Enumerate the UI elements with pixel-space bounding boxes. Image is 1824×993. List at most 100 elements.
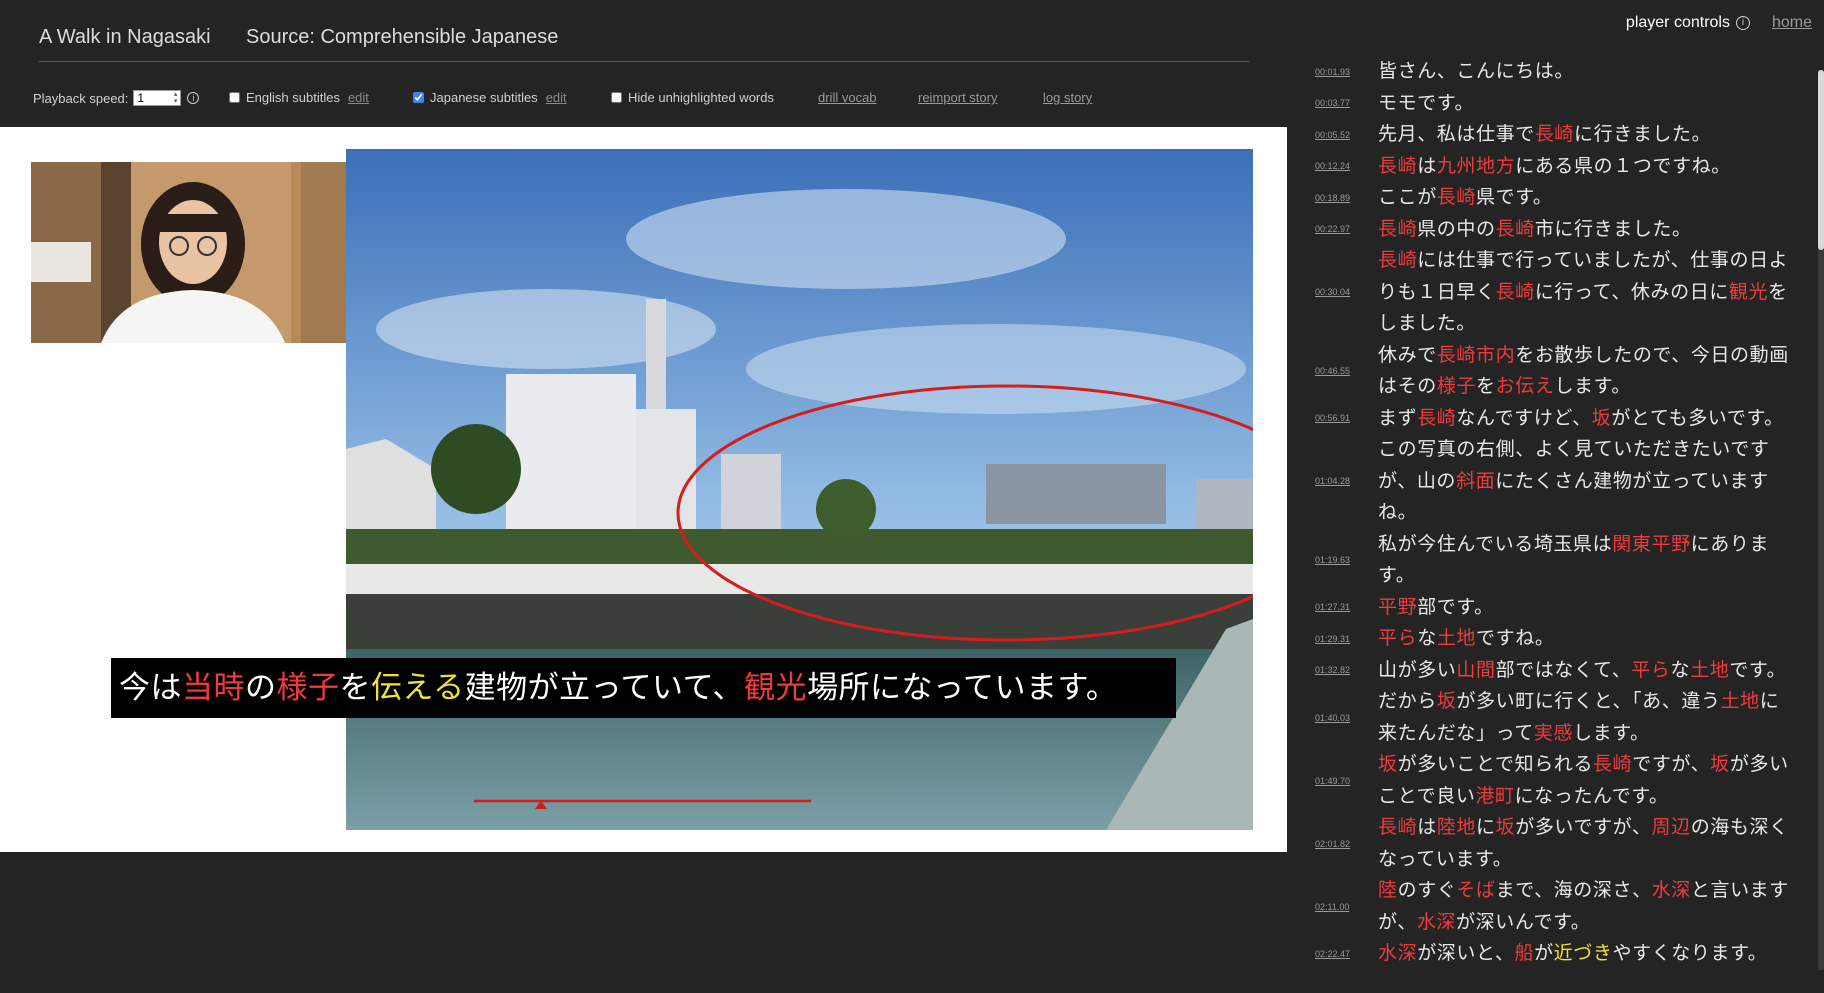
- transcript-row[interactable]: 01:32.82 山が多い山間部ではなくて、平らな土地です。: [1310, 655, 1808, 687]
- playback-speed-input[interactable]: 1 ▴ ▾: [133, 90, 182, 106]
- highlighted-word[interactable]: 水深: [1417, 911, 1456, 933]
- highlighted-word[interactable]: 港町: [1475, 785, 1514, 807]
- highlighted-word[interactable]: 長崎: [1535, 123, 1574, 145]
- timestamp-link[interactable]: 01:04.28: [1310, 476, 1378, 486]
- timestamp-link[interactable]: 02:01.82: [1310, 839, 1378, 849]
- highlighted-word[interactable]: 水深: [1378, 942, 1417, 964]
- transcript-row[interactable]: 00:01.93 皆さん、こんにちは。: [1310, 56, 1808, 88]
- highlighted-word[interactable]: 伝える: [371, 670, 465, 706]
- video-player[interactable]: 今は当時の様子を伝える建物が立っていて、観光場所になっています。: [0, 127, 1287, 852]
- highlighted-word[interactable]: 長崎: [1417, 407, 1456, 429]
- transcript-row[interactable]: 02:01.82 長崎は陸地に坂が多いですが、周辺の海も深く なっています。: [1310, 812, 1808, 875]
- timestamp-link[interactable]: 00:18.89: [1310, 193, 1378, 203]
- transcript-row[interactable]: 00:56.91 まず長崎なんですけど、坂がとても多いです。: [1310, 403, 1808, 435]
- timestamp-link[interactable]: 00:05.52: [1310, 130, 1378, 140]
- transcript-row[interactable]: 00:05.52 先月、私は仕事で長崎に行きました。: [1310, 119, 1808, 151]
- highlighted-word[interactable]: 長崎: [1496, 218, 1535, 240]
- transcript-row[interactable]: 01:40.03 だから坂が多い町に行くと、「あ、違う土地に 来たんだな」って実感し…: [1310, 686, 1808, 749]
- timestamp-link[interactable]: 02:22.47: [1310, 949, 1378, 959]
- highlighted-word[interactable]: 長崎: [1496, 281, 1535, 303]
- transcript-row[interactable]: 02:22.47 水深が深いと、船が近づきやすくなります。: [1310, 938, 1808, 970]
- timestamp-link[interactable]: 01:27.31: [1310, 602, 1378, 612]
- highlighted-word[interactable]: 長崎市内: [1437, 344, 1515, 366]
- highlighted-word[interactable]: そば: [1456, 879, 1495, 901]
- highlighted-word[interactable]: 山間: [1456, 659, 1495, 681]
- highlighted-word[interactable]: 坂: [1592, 407, 1612, 429]
- highlighted-word[interactable]: 坂: [1496, 816, 1516, 838]
- highlighted-word[interactable]: 長崎: [1378, 816, 1417, 838]
- japanese-subtitles-checkbox[interactable]: [413, 92, 424, 103]
- player-controls-label[interactable]: player controls: [1626, 14, 1730, 32]
- reimport-story-label[interactable]: reimport story: [918, 90, 997, 105]
- highlighted-word[interactable]: 船: [1514, 942, 1534, 964]
- log-story-link[interactable]: log story: [1043, 90, 1092, 105]
- highlighted-word[interactable]: 長崎: [1378, 155, 1417, 177]
- transcript-row[interactable]: 02:11.00 陸のすぐそばまで、海の深さ、水深と言います が、水深が深いんです。: [1310, 875, 1808, 938]
- home-link[interactable]: home: [1772, 14, 1812, 32]
- drill-vocab-label[interactable]: drill vocab: [818, 90, 877, 105]
- highlighted-word[interactable]: 実感: [1534, 722, 1573, 744]
- highlighted-word[interactable]: 坂: [1378, 753, 1398, 775]
- transcript-row[interactable]: 01:49.70 坂が多いことで知られる長崎ですが、坂が多い ことで良い港町になった…: [1310, 749, 1808, 812]
- reimport-story-link[interactable]: reimport story: [918, 90, 997, 105]
- english-edit-link[interactable]: edit: [348, 90, 369, 105]
- player-controls-info-icon[interactable]: i: [1735, 16, 1750, 30]
- highlighted-word[interactable]: 長崎: [1437, 186, 1476, 208]
- timestamp-link[interactable]: 00:30.04: [1310, 287, 1378, 297]
- highlighted-word[interactable]: 周辺: [1652, 816, 1691, 838]
- japanese-edit-link[interactable]: edit: [546, 90, 567, 105]
- transcript-row[interactable]: 00:22.97 長崎県の中の長崎市に行きました。: [1310, 214, 1808, 246]
- highlighted-word[interactable]: 土地: [1721, 690, 1760, 712]
- spinner-icon[interactable]: ▴ ▾: [174, 91, 178, 105]
- timestamp-link[interactable]: 00:46.55: [1310, 366, 1378, 376]
- transcript-row[interactable]: 01:19.63 私が今住んでいる埼玉県は関東平野にありま す。: [1310, 529, 1808, 592]
- timestamp-link[interactable]: 00:03.77: [1310, 98, 1378, 108]
- highlighted-word[interactable]: 九州地方: [1437, 155, 1515, 177]
- highlighted-word[interactable]: 当時: [182, 670, 245, 706]
- transcript-row[interactable]: 00:03.77 モモです。: [1310, 88, 1808, 120]
- highlighted-word[interactable]: 長崎: [1593, 753, 1632, 775]
- transcript-row[interactable]: 00:12.24 長崎は九州地方にある県の１つですね。: [1310, 151, 1808, 183]
- highlighted-word[interactable]: 土地: [1437, 627, 1476, 649]
- highlighted-word[interactable]: 坂: [1710, 753, 1730, 775]
- drill-vocab-link[interactable]: drill vocab: [818, 90, 877, 105]
- timestamp-link[interactable]: 01:29.31: [1310, 634, 1378, 644]
- highlighted-word[interactable]: 斜面: [1456, 470, 1495, 492]
- highlighted-word[interactable]: 水深: [1652, 879, 1691, 901]
- highlighted-word[interactable]: 陸地: [1437, 816, 1476, 838]
- timestamp-link[interactable]: 00:56.91: [1310, 413, 1378, 423]
- transcript-row[interactable]: 01:29.31 平らな土地ですね。: [1310, 623, 1808, 655]
- timestamp-link[interactable]: 01:32.82: [1310, 665, 1378, 675]
- scrollbar-thumb[interactable]: [1818, 70, 1824, 250]
- transcript-row[interactable]: 00:30.04 長崎には仕事で行っていましたが、仕事の日よ りも１日早く長崎に行っ…: [1310, 245, 1808, 340]
- timestamp-link[interactable]: 00:22.97: [1310, 224, 1378, 234]
- timestamp-link[interactable]: 01:19.63: [1310, 555, 1378, 565]
- highlighted-word[interactable]: 長崎: [1378, 249, 1417, 271]
- highlighted-word[interactable]: 平野: [1378, 596, 1417, 618]
- timestamp-link[interactable]: 00:12.24: [1310, 161, 1378, 171]
- highlighted-word[interactable]: 関東平野: [1612, 533, 1690, 555]
- timestamp-link[interactable]: 00:01.93: [1310, 67, 1378, 77]
- transcript-row[interactable]: 01:27.31 平野部です。: [1310, 592, 1808, 624]
- timestamp-link[interactable]: 02:11.00: [1310, 902, 1378, 912]
- info-icon[interactable]: i: [187, 92, 200, 104]
- transcript-row[interactable]: 00:18.89 ここが長崎県です。: [1310, 182, 1808, 214]
- highlighted-word[interactable]: 観光: [744, 670, 807, 706]
- highlighted-word[interactable]: 平ら: [1631, 659, 1670, 681]
- transcript-row[interactable]: 00:46.55 休みで長崎市内をお散歩したので、今日の動画 はその様子をお伝えしま…: [1310, 340, 1808, 403]
- highlighted-word[interactable]: 陸: [1378, 879, 1398, 901]
- highlighted-word[interactable]: 様子: [277, 670, 340, 706]
- english-subtitles-checkbox[interactable]: [229, 92, 240, 103]
- highlighted-word[interactable]: 土地: [1690, 659, 1729, 681]
- highlighted-word[interactable]: お伝え: [1496, 375, 1555, 397]
- highlighted-word[interactable]: 観光: [1729, 281, 1768, 303]
- highlighted-word[interactable]: 坂: [1437, 690, 1457, 712]
- log-story-label[interactable]: log story: [1043, 90, 1092, 105]
- highlighted-word[interactable]: 近づき: [1554, 942, 1613, 964]
- highlighted-word[interactable]: 様子: [1437, 375, 1476, 397]
- hide-unhighlighted-checkbox[interactable]: [611, 92, 622, 103]
- highlighted-word[interactable]: 平ら: [1378, 627, 1417, 649]
- timestamp-link[interactable]: 01:40.03: [1310, 713, 1378, 723]
- timestamp-link[interactable]: 01:49.70: [1310, 776, 1378, 786]
- highlighted-word[interactable]: 長崎: [1378, 218, 1417, 240]
